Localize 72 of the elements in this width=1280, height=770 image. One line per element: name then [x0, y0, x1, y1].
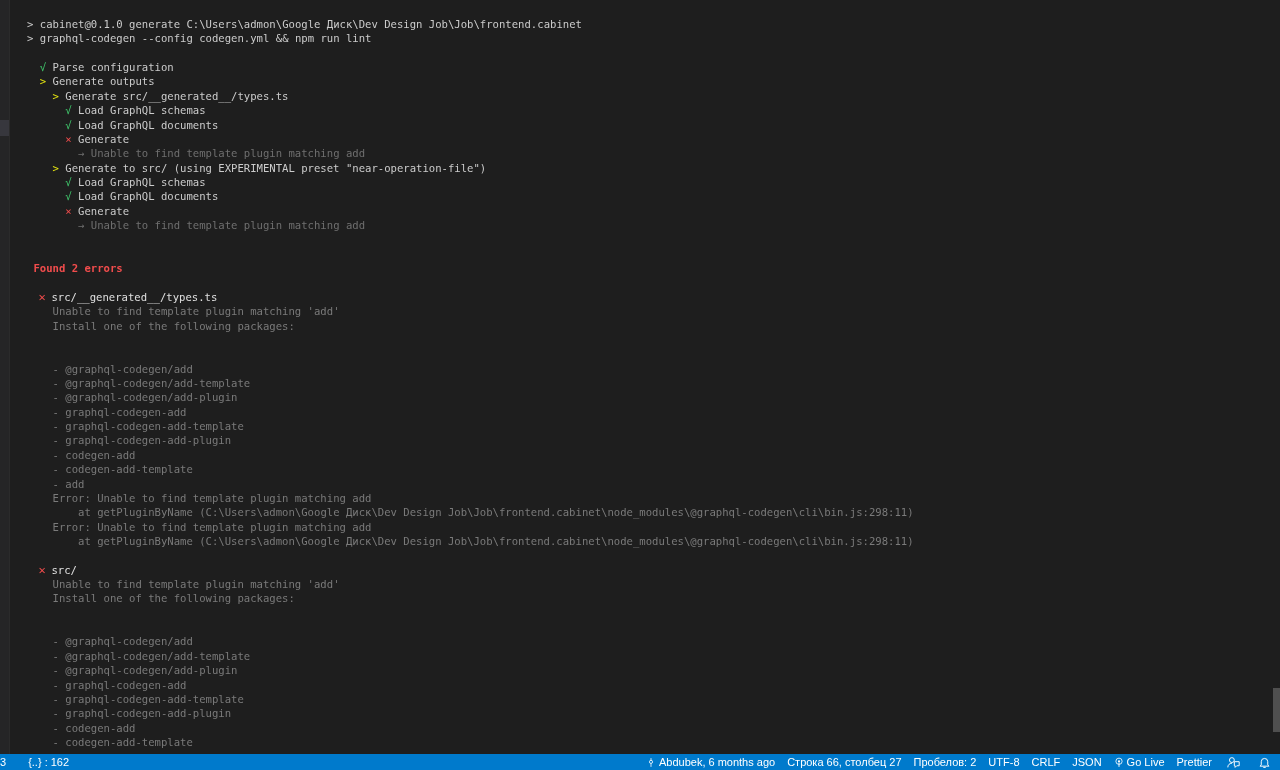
- go-live-button[interactable]: Go Live: [1107, 754, 1171, 770]
- status-mark: →: [78, 218, 85, 233]
- error-text: - graphql-codegen-add: [52, 677, 187, 692]
- task-label: Parse configuration: [52, 60, 174, 75]
- error-text: Unable to find template plugin matching 'add': [52, 304, 340, 319]
- status-item[interactable]: UTF-8: [982, 754, 1026, 770]
- error-text: - graphql-codegen-add-template: [52, 691, 244, 707]
- error-text: at getPluginByName (C:\Users\admon\Google Диск\Dev Design Job\Job\frontend.cabinet\node_modules\@graphql-codegen\cli\bin.js:298:11): [78, 505, 914, 520]
- error-text: - codegen-add-template: [52, 462, 193, 477]
- status-item[interactable]: {..} : 162: [22, 754, 76, 770]
- error-text: Unable to find template plugin matching 'add': [52, 577, 340, 592]
- status-mark: √: [39, 60, 47, 75]
- error-text: - graphql-codegen-add-plugin: [52, 706, 232, 721]
- error-text: - add: [52, 476, 85, 491]
- bell-icon[interactable]: [1258, 755, 1271, 769]
- error-text: - @graphql-codegen/add-plugin: [52, 390, 238, 405]
- prompt-mark: >: [27, 31, 34, 46]
- status-item[interactable]: Prettier: [1170, 754, 1218, 770]
- error-text: - @graphql-codegen/add-template: [52, 376, 251, 391]
- task-label: Generate outputs: [52, 74, 155, 89]
- status-mark: √: [65, 174, 72, 190]
- error-mark: ✕: [38, 289, 47, 305]
- task-label: Unable to find template plugin matching add: [90, 218, 366, 233]
- status-mark: →: [78, 146, 85, 161]
- error-text: - @graphql-codegen/add: [52, 634, 193, 649]
- task-label: Generate: [78, 203, 130, 219]
- status-mark: >: [52, 88, 59, 104]
- error-text: - graphql-codegen-add-plugin: [52, 433, 232, 448]
- error-text: - graphql-codegen-add-template: [52, 419, 244, 434]
- git-blame-item[interactable]: Abdubek, 6 months ago: [639, 754, 782, 770]
- error-text: - codegen-add-template: [52, 734, 193, 750]
- error-text: - @graphql-codegen/add: [52, 361, 193, 376]
- error-summary: Found 2 errors: [33, 261, 123, 276]
- task-label: Load GraphQL documents: [78, 117, 219, 132]
- task-label: Unable to find template plugin matching add: [90, 146, 366, 161]
- error-text: - @graphql-codegen/add-template: [52, 648, 251, 664]
- feedback-icon[interactable]: [1227, 755, 1240, 769]
- error-text: - @graphql-codegen/add-plugin: [52, 663, 238, 678]
- status-item[interactable]: Пробелов: 2: [907, 754, 983, 770]
- error-text: - codegen-add: [52, 720, 136, 735]
- status-mark: √: [65, 117, 72, 132]
- status-mark: ×: [65, 203, 72, 219]
- scrollbar-thumb[interactable]: [1273, 688, 1280, 732]
- status-item[interactable]: 3: [0, 754, 13, 770]
- task-label: Load GraphQL documents: [78, 189, 219, 204]
- prompt-mark: >: [27, 17, 34, 32]
- error-text: at getPluginByName (C:\Users\admon\Google Диск\Dev Design Job\Job\frontend.cabinet\node_modules\@graphql-codegen\cli\bin.js:298:11): [78, 533, 914, 549]
- status-item[interactable]: Строка 66, столбец 27: [781, 754, 908, 770]
- task-label: Generate to src/ (using EXPERIMENTAL preset "near-operation-file"): [65, 160, 487, 175]
- error-mark: ✕: [38, 562, 47, 577]
- status-mark: √: [65, 103, 72, 118]
- error-text: Install one of the following packages:: [52, 318, 295, 333]
- status-mark: >: [39, 74, 47, 89]
- task-label: Generate src/__generated__/types.ts: [65, 88, 289, 104]
- error-text: Install one of the following packages:: [52, 591, 295, 606]
- command-text: graphql-codegen --config codegen.yml && npm run lint: [39, 31, 372, 46]
- status-mark: √: [65, 189, 72, 204]
- error-text: - codegen-add: [52, 447, 136, 463]
- error-text: Error: Unable to find template plugin matching add: [52, 519, 372, 534]
- error-text: Error: Unable to find template plugin matching add: [52, 490, 372, 506]
- broadcast-icon: [1113, 756, 1124, 768]
- error-file: src/: [51, 562, 77, 577]
- status-item[interactable]: JSON: [1066, 754, 1108, 770]
- status-mark: >: [52, 160, 59, 175]
- command-text: cabinet@0.1.0 generate C:\Users\admon\Google Диск\Dev Design Job\Job\frontend.cabinet: [39, 17, 582, 32]
- status-item[interactable]: CRLF: [1025, 754, 1067, 770]
- error-file: src/__generated__/types.ts: [51, 289, 218, 305]
- task-label: Load GraphQL schemas: [78, 174, 206, 190]
- task-label: Generate: [78, 131, 130, 147]
- status-mark: ×: [65, 131, 72, 147]
- task-label: Load GraphQL schemas: [78, 103, 206, 118]
- error-text: - graphql-codegen-add: [52, 404, 187, 420]
